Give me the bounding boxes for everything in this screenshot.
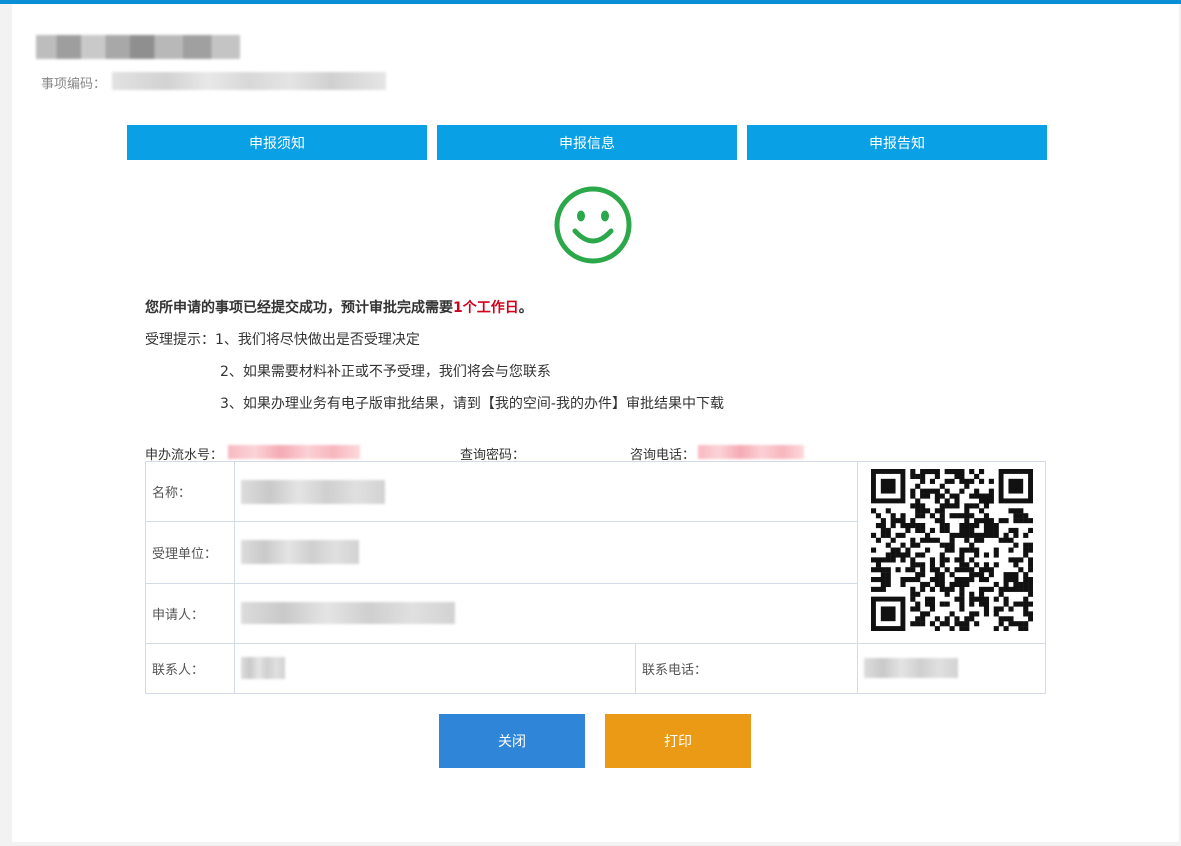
contact-value-cell [234, 642, 636, 695]
tip-line-2: 2、如果需要材料补正或不予受理，我们将会与您联系 [220, 364, 551, 380]
item-code-redacted [112, 72, 386, 90]
contact-phone-redacted [864, 658, 958, 679]
unit-label-cell: 受理单位： [145, 521, 235, 584]
tip-line-1: 受理提示：1、我们将尽快做出是否受理决定 [145, 332, 420, 348]
tab-application-notice[interactable]: 申报须知 [127, 125, 427, 160]
tab-label: 申报信息 [559, 135, 615, 152]
item-title-redacted [36, 35, 240, 59]
tip-label: 受理提示： [145, 332, 215, 348]
contact-phone-label-cell: 联系电话： [635, 642, 858, 695]
contact-redacted [241, 657, 285, 680]
qr-cell [857, 461, 1046, 644]
serial-number-redacted [228, 445, 360, 459]
tab-label: 申报告知 [869, 135, 925, 152]
submit-success-message: 您所申请的事项已经提交成功，预计审批完成需要1个工作日。 [145, 300, 533, 316]
result-card: 事项编码： 申报须知 申报信息 申报告知 您所申请的事项已经提交成功，预计审批完… [12, 4, 1179, 842]
name-redacted [241, 479, 385, 504]
name-label-cell: 名称： [145, 460, 235, 523]
smiley-icon [554, 186, 632, 264]
tab-label: 申报须知 [249, 135, 305, 152]
name-label: 名称： [152, 486, 192, 502]
applicant-redacted [241, 602, 455, 625]
contact-label: 联系人： [152, 662, 205, 678]
name-value-cell [234, 460, 858, 523]
applicant-label: 申请人： [152, 607, 205, 623]
close-button[interactable]: 关闭 [439, 714, 585, 768]
qr-code-icon [870, 469, 1033, 632]
applicant-value-cell [234, 582, 858, 644]
approval-days: 1个工作日 [453, 300, 519, 316]
item-code-label: 事项编码： [41, 77, 107, 92]
tab-application-info[interactable]: 申报信息 [437, 125, 737, 160]
application-info-table: 名称： 受理单位： 申请人： 联系人： 联系电话： [145, 460, 1046, 695]
contact-phone-value-cell [857, 642, 1046, 695]
tip-line-3: 3、如果办理业务有电子版审批结果，请到【我的空间-我的办件】审批结果中下载 [220, 396, 724, 412]
unit-value-cell [234, 521, 858, 584]
tab-application-notification[interactable]: 申报告知 [747, 125, 1047, 160]
unit-label: 受理单位： [152, 546, 218, 562]
print-button[interactable]: 打印 [605, 714, 751, 768]
contact-label-cell: 联系人： [145, 642, 235, 695]
consult-phone-redacted [698, 445, 804, 459]
applicant-label-cell: 申请人： [145, 582, 235, 644]
unit-redacted [241, 540, 359, 565]
contact-phone-label: 联系电话： [642, 662, 708, 678]
